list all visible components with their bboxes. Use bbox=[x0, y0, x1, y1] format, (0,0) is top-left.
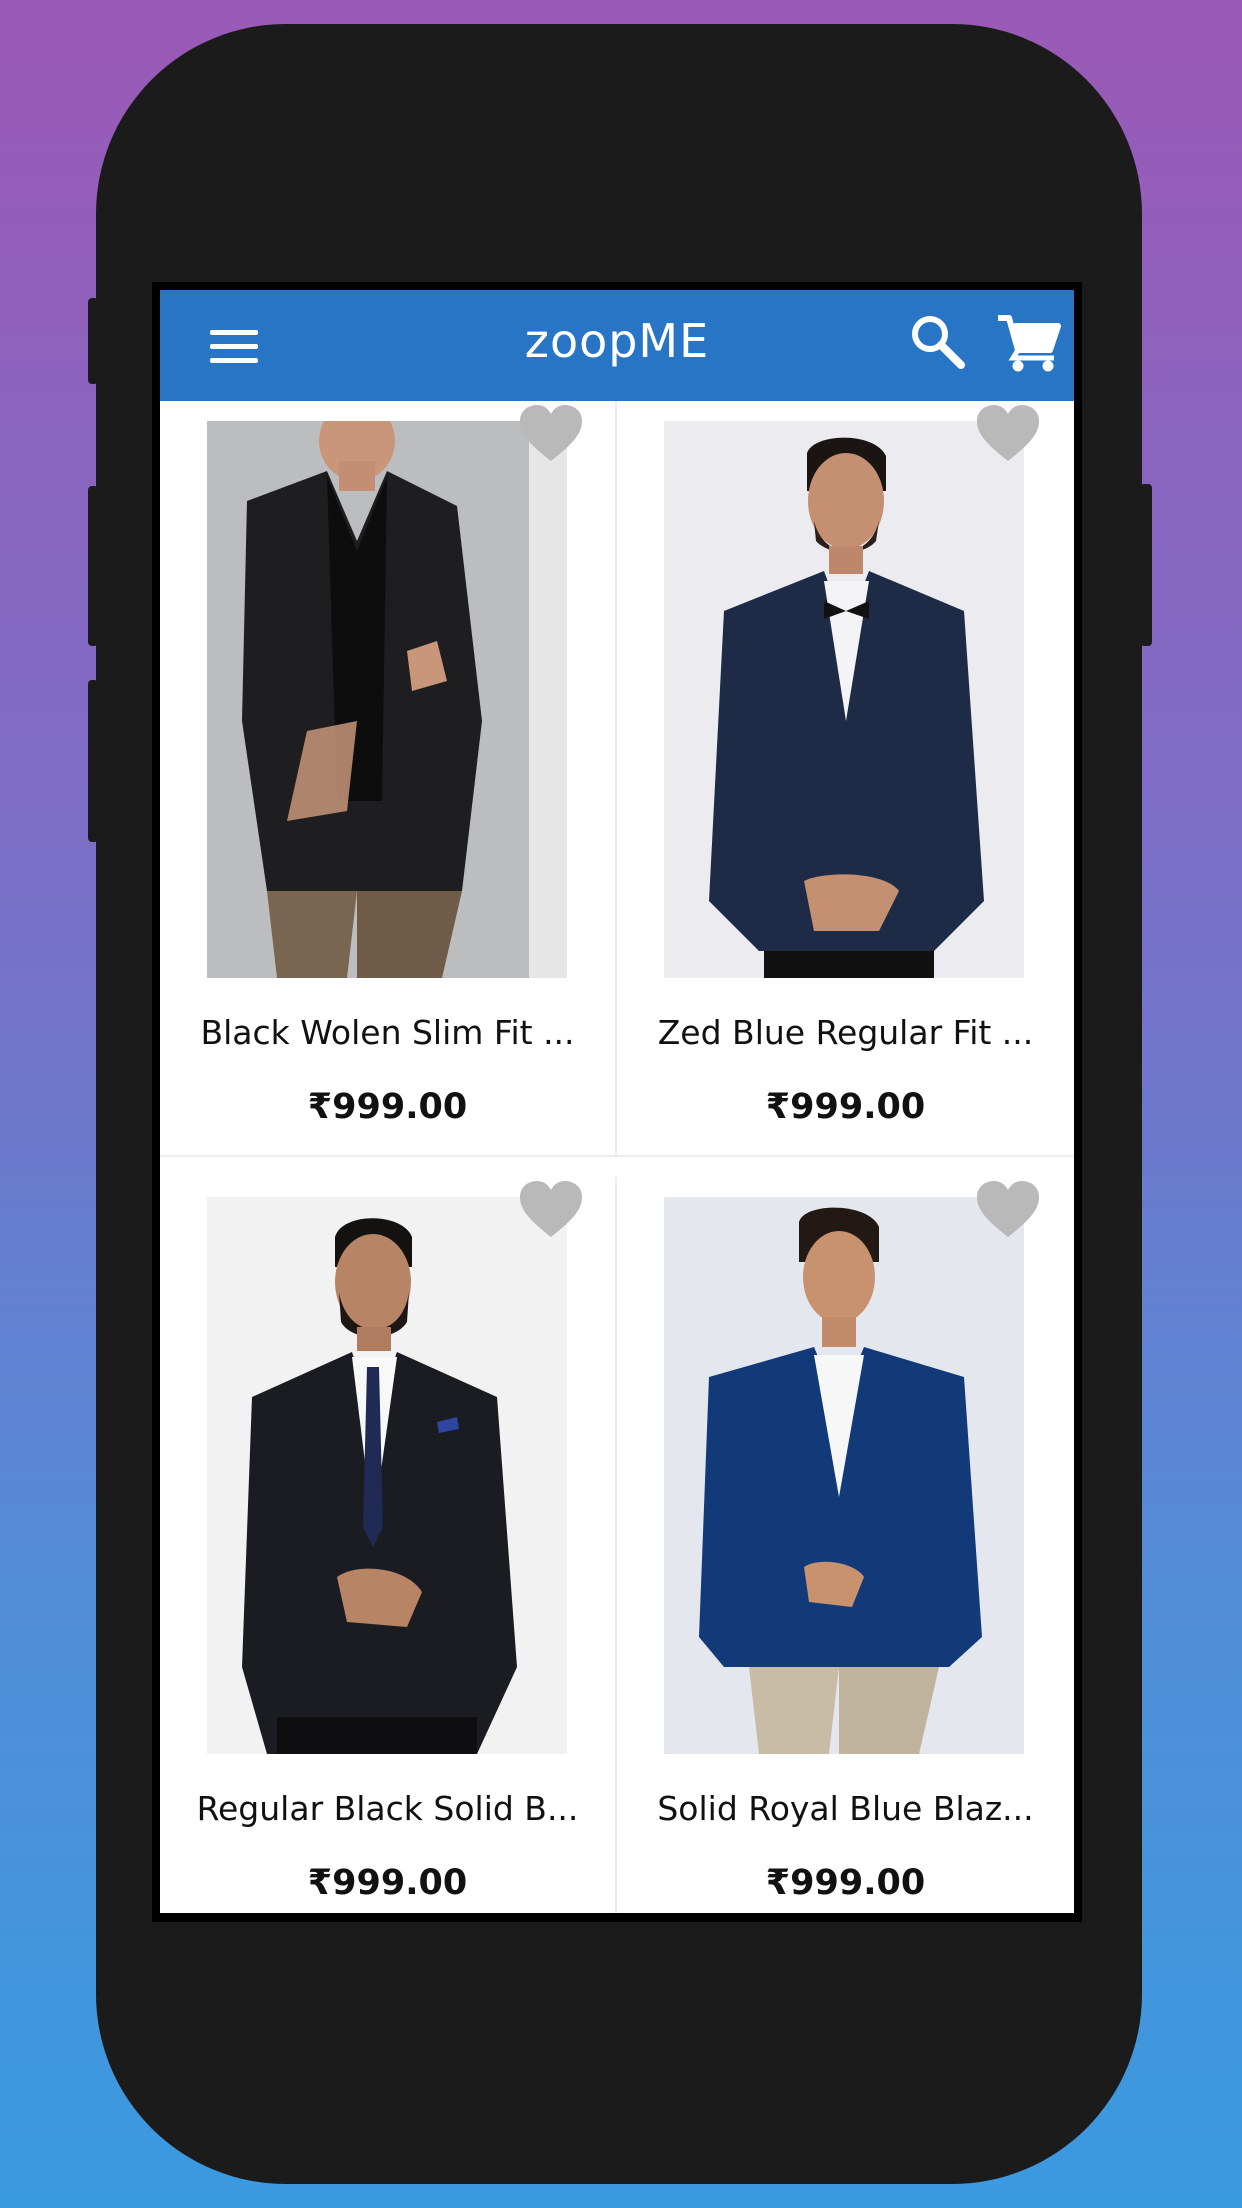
product-grid: Black Wolen Slim Fit ... ₹999.00 Zed Blu… bbox=[160, 401, 1074, 1913]
product-price: ₹999.00 bbox=[307, 1863, 468, 1903]
product-card[interactable]: Zed Blue Regular Fit ... ₹999.00 bbox=[617, 401, 1074, 1157]
favorite-heart-icon[interactable] bbox=[977, 1181, 1039, 1239]
product-image[interactable] bbox=[207, 421, 567, 978]
product-image[interactable] bbox=[207, 1197, 567, 1754]
phone-side-button bbox=[88, 486, 98, 646]
product-price: ₹999.00 bbox=[307, 1087, 468, 1127]
product-name: Zed Blue Regular Fit ... bbox=[657, 1013, 1034, 1052]
phone-side-button bbox=[88, 680, 98, 842]
product-price: ₹999.00 bbox=[765, 1863, 926, 1903]
favorite-heart-icon[interactable] bbox=[520, 1181, 582, 1239]
phone-side-button bbox=[88, 298, 98, 384]
product-card[interactable]: Regular Black Solid B... ₹999.00 bbox=[160, 1177, 617, 1913]
phone-screen: zoopME Black Wolen Slim Fit ... ₹999.00 … bbox=[152, 282, 1082, 1922]
favorite-heart-icon[interactable] bbox=[520, 405, 582, 463]
product-image[interactable] bbox=[664, 421, 1024, 978]
product-name: Solid Royal Blue Blaz... bbox=[657, 1789, 1034, 1828]
app-screen: zoopME Black Wolen Slim Fit ... ₹999.00 … bbox=[160, 290, 1074, 1913]
product-image[interactable] bbox=[664, 1197, 1024, 1754]
product-card[interactable]: Solid Royal Blue Blaz... ₹999.00 bbox=[617, 1177, 1074, 1913]
product-name: Regular Black Solid B... bbox=[196, 1789, 579, 1828]
product-name: Black Wolen Slim Fit ... bbox=[200, 1013, 575, 1052]
app-toolbar: zoopME bbox=[160, 290, 1074, 401]
product-card[interactable]: Black Wolen Slim Fit ... ₹999.00 bbox=[160, 401, 617, 1157]
phone-side-button bbox=[1140, 484, 1152, 646]
favorite-heart-icon[interactable] bbox=[977, 405, 1039, 463]
search-icon[interactable] bbox=[908, 312, 968, 372]
shopping-cart-icon[interactable] bbox=[996, 312, 1062, 372]
product-price: ₹999.00 bbox=[765, 1087, 926, 1127]
